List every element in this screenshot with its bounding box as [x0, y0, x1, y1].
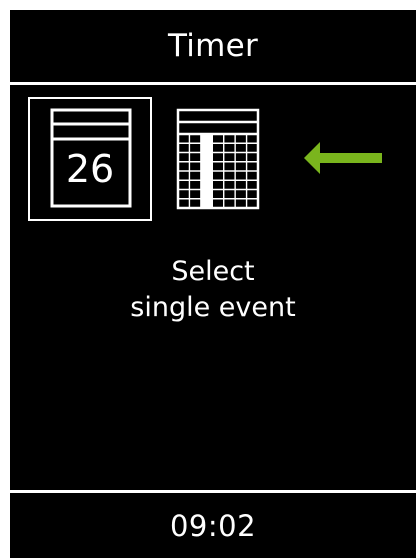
week-calendar-icon — [176, 108, 260, 210]
multiple-events-option[interactable] — [176, 108, 260, 210]
page-title: Timer — [167, 28, 259, 64]
prompt-line-2: single event — [130, 292, 296, 323]
left-arrow-icon — [304, 142, 382, 174]
clock-time: 09:02 — [169, 508, 257, 543]
prompt-line-1: Select — [171, 256, 255, 287]
screen: Timer 26 Select single event 09:02 — [0, 0, 416, 558]
prompt-text: Select single event — [10, 254, 416, 326]
device-display: Timer 26 Select single event 09:02 — [10, 10, 416, 558]
single-event-option[interactable]: 26 — [28, 97, 152, 221]
calendar-day-number: 26 — [65, 147, 115, 191]
header-divider — [10, 82, 416, 85]
